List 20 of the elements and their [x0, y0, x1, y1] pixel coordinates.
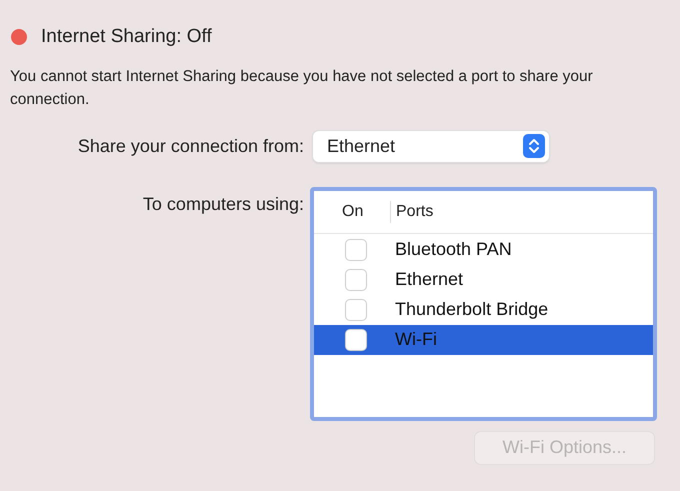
port-name: Bluetooth PAN — [395, 238, 512, 261]
port-name: Wi-Fi — [395, 328, 437, 351]
checkbox[interactable] — [345, 298, 367, 320]
status-message: You cannot start Internet Sharing because you have not selected a port to share your connection. — [10, 66, 594, 110]
checkbox[interactable] — [345, 268, 367, 290]
share-from-popup[interactable]: Ethernet — [313, 130, 549, 162]
share-from-label: Share your connection from: — [76, 134, 304, 158]
to-computers-label: To computers using: — [142, 192, 304, 216]
port-row[interactable]: Thunderbolt Bridge — [314, 294, 653, 324]
port-name: Ethernet — [395, 268, 464, 291]
checkbox[interactable] — [345, 328, 367, 350]
port-name: Thunderbolt Bridge — [395, 298, 548, 321]
column-header: Ports — [395, 202, 434, 222]
port-row[interactable]: Wi-Fi — [314, 324, 653, 354]
status-title: Internet Sharing: Off — [41, 25, 212, 49]
port-row[interactable]: Ethernet — [314, 264, 653, 294]
checkbox[interactable] — [345, 238, 367, 260]
column-header: On — [341, 202, 364, 222]
stepper-icon — [523, 134, 545, 158]
port-row[interactable]: Bluetooth PAN — [314, 234, 653, 264]
